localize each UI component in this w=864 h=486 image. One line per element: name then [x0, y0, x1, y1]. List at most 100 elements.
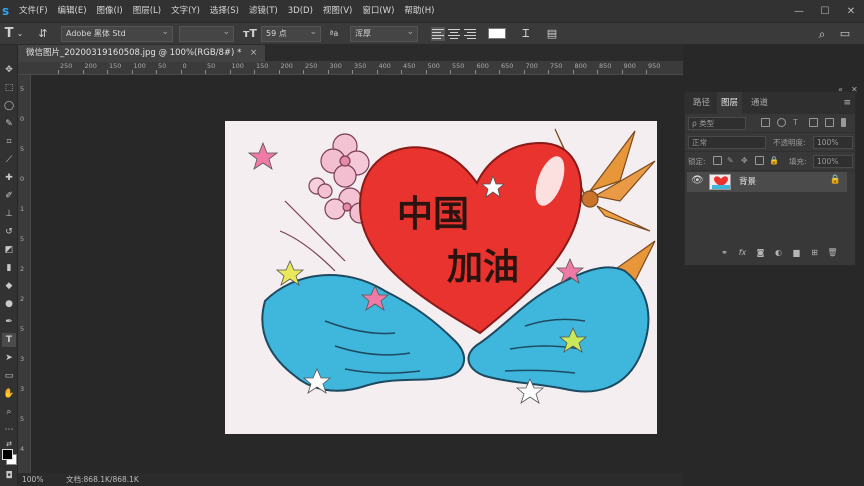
- opacity-field[interactable]: 100%: [813, 136, 853, 149]
- ruler-label: 3: [20, 385, 25, 393]
- gradient-tool-icon[interactable]: ▮: [2, 261, 16, 275]
- blend-row: 正常 不透明度: 100%: [685, 133, 855, 152]
- lock-all-icon[interactable]: 🔒: [769, 156, 779, 165]
- marquee-tool-icon[interactable]: ⬚: [2, 81, 16, 95]
- foreground-color-swatch[interactable]: [2, 449, 13, 460]
- text-orientation-icon[interactable]: ⇵: [36, 26, 50, 42]
- align-right-button[interactable]: [463, 27, 477, 41]
- artwork-text-line2: 加油: [447, 247, 519, 288]
- lock-artboard-icon[interactable]: [755, 156, 764, 165]
- menu-view[interactable]: 视图(V): [318, 0, 357, 22]
- filter-type-icon[interactable]: T: [793, 118, 802, 127]
- filter-shape-icon[interactable]: [809, 118, 818, 127]
- ruler-label: 950: [648, 62, 661, 70]
- filter-toggle-icon[interactable]: [841, 118, 846, 127]
- quick-select-tool-icon[interactable]: ✎: [2, 117, 16, 131]
- eraser-tool-icon[interactable]: ◩: [2, 243, 16, 257]
- menu-layer[interactable]: 图层(L): [128, 0, 166, 22]
- lock-transparent-icon[interactable]: [713, 156, 722, 165]
- text-color-swatch[interactable]: [488, 28, 506, 39]
- align-center-button[interactable]: [447, 27, 461, 41]
- minimize-button[interactable]: —: [786, 6, 812, 17]
- pen-tool-icon[interactable]: ✒: [2, 315, 16, 329]
- close-button[interactable]: ✕: [838, 6, 864, 17]
- blur-tool-icon[interactable]: ◆: [2, 279, 16, 293]
- menu-3d[interactable]: 3D(D): [283, 0, 318, 22]
- filter-smart-object-icon[interactable]: [825, 118, 834, 127]
- ruler-label: 300: [329, 62, 342, 70]
- lock-paint-icon[interactable]: ✎: [727, 156, 736, 165]
- dodge-tool-icon[interactable]: ●: [2, 297, 16, 311]
- warp-text-icon[interactable]: Ꮖ: [519, 26, 533, 42]
- document-tab[interactable]: 微信图片_20200319160508.jpg @ 100%(RGB/8#) *…: [18, 45, 266, 62]
- menu-window[interactable]: 窗口(W): [357, 0, 399, 22]
- delete-layer-icon[interactable]: 🗑: [827, 247, 838, 258]
- adjustment-layer-icon[interactable]: ◐: [773, 247, 784, 258]
- more-tools-icon[interactable]: ⋯: [2, 423, 16, 437]
- type-tool-icon-active[interactable]: T: [2, 333, 16, 347]
- layer-style-icon[interactable]: fx: [737, 247, 748, 258]
- add-mask-icon[interactable]: ◙: [755, 247, 766, 258]
- tab-channels[interactable]: 通道: [747, 92, 772, 114]
- lock-position-icon[interactable]: ✥: [741, 156, 750, 165]
- ruler-label: 350: [354, 62, 367, 70]
- search-icon[interactable]: ⌕: [815, 26, 829, 42]
- new-group-icon[interactable]: ▆: [791, 247, 802, 258]
- blend-mode-select[interactable]: 正常: [688, 136, 766, 149]
- ruler-label: 900: [623, 62, 636, 70]
- tab-layers[interactable]: 图层: [717, 92, 743, 114]
- lasso-tool-icon[interactable]: ◯: [2, 99, 16, 113]
- menu-type[interactable]: 文字(Y): [166, 0, 205, 22]
- brush-tool-icon[interactable]: ✐: [2, 189, 16, 203]
- move-tool-icon[interactable]: ✥: [2, 63, 16, 77]
- type-tool-icon[interactable]: T: [2, 26, 16, 42]
- anti-alias-select[interactable]: 浑厚: [350, 26, 418, 42]
- fill-field[interactable]: 100%: [813, 155, 853, 168]
- ruler-label: 5: [20, 85, 25, 93]
- quick-mask-icon[interactable]: ◘: [2, 469, 16, 483]
- font-style-select[interactable]: [179, 26, 234, 42]
- document-tab-row: 微信图片_20200319160508.jpg @ 100%(RGB/8#) *…: [18, 45, 683, 62]
- tool-preset-chevron-icon[interactable]: ⌄: [16, 26, 24, 42]
- history-brush-tool-icon[interactable]: ↺: [2, 225, 16, 239]
- filter-pixel-icon[interactable]: [761, 118, 770, 127]
- menu-edit[interactable]: 编辑(E): [53, 0, 92, 22]
- menu-filter[interactable]: 滤镜(T): [244, 0, 283, 22]
- crop-tool-icon[interactable]: ⌗: [2, 135, 16, 149]
- document-tab-close-icon[interactable]: ×: [250, 48, 257, 58]
- lock-icon: 🔒: [829, 175, 841, 185]
- eye-icon[interactable]: 👁: [691, 175, 704, 186]
- maximize-button[interactable]: ☐: [812, 6, 838, 17]
- tab-paths[interactable]: 路径: [689, 92, 714, 114]
- menu-file[interactable]: 文件(F): [14, 0, 53, 22]
- healing-brush-tool-icon[interactable]: ✚: [2, 171, 16, 185]
- menu-help[interactable]: 帮助(H): [399, 0, 439, 22]
- layers-panel-footer: ⚭ fx ◙ ◐ ▆ ⊞ 🗑: [685, 242, 855, 264]
- link-layers-icon[interactable]: ⚭: [719, 247, 730, 258]
- workspace-icon[interactable]: ▭: [838, 26, 852, 42]
- ruler-label: 1: [20, 205, 25, 213]
- layer-name[interactable]: 背景: [739, 172, 756, 192]
- character-panel-icon[interactable]: ▤: [545, 26, 559, 42]
- artwork-image[interactable]: 中国 加油: [225, 121, 657, 434]
- menu-image[interactable]: 图像(I): [92, 0, 128, 22]
- path-select-tool-icon[interactable]: ➤: [2, 351, 16, 365]
- filter-adjustment-icon[interactable]: [777, 118, 786, 127]
- ruler-label: 3: [20, 355, 25, 363]
- layer-row-background[interactable]: 👁 背景 🔒: [687, 172, 847, 192]
- hand-tool-icon[interactable]: ✋: [2, 387, 16, 401]
- document-tab-title: 微信图片_20200319160508.jpg @ 100%(RGB/8#) *: [26, 48, 242, 58]
- new-layer-icon[interactable]: ⊞: [809, 247, 820, 258]
- layer-filter-select[interactable]: ρ 类型: [688, 117, 746, 130]
- zoom-level[interactable]: 100%: [22, 473, 43, 486]
- panel-menu-icon[interactable]: ≡: [843, 98, 851, 108]
- clone-stamp-tool-icon[interactable]: ⊥: [2, 207, 16, 221]
- eyedropper-tool-icon[interactable]: ⟋: [2, 153, 16, 167]
- align-left-button[interactable]: [431, 27, 445, 41]
- menu-select[interactable]: 选择(S): [205, 0, 244, 22]
- zoom-tool-icon[interactable]: ⌕: [2, 405, 16, 419]
- rectangle-tool-icon[interactable]: ▭: [2, 369, 16, 383]
- ruler-label: 50: [158, 62, 167, 70]
- font-family-select[interactable]: Adobe 黑体 Std: [61, 26, 173, 42]
- font-size-select[interactable]: 59 点: [261, 26, 321, 42]
